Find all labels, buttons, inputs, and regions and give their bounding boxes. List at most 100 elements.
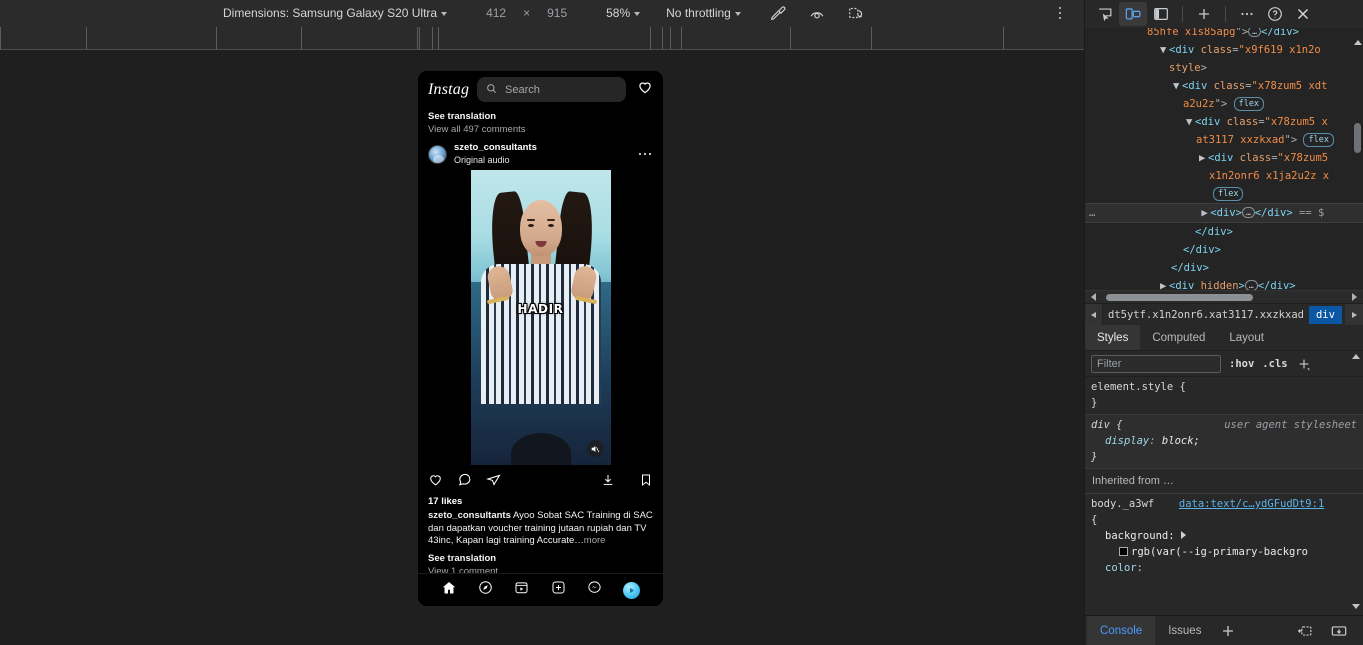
toolbar-more-options-icon[interactable]: [1052, 5, 1068, 21]
styles-scroll-down[interactable]: [1352, 604, 1360, 609]
dom-line[interactable]: a2u2z"> flex: [1085, 95, 1363, 113]
dom-line[interactable]: </div>: [1085, 223, 1363, 241]
viewport-height-input[interactable]: 915: [534, 6, 580, 20]
more-tools-icon[interactable]: [1233, 2, 1261, 26]
tab-styles[interactable]: Styles: [1085, 325, 1141, 350]
bookmark-icon[interactable]: [639, 473, 653, 492]
new-style-rule-icon[interactable]: [1296, 356, 1312, 372]
caption-more-link[interactable]: more: [584, 535, 606, 546]
profile-icon[interactable]: [623, 581, 641, 599]
dom-line[interactable]: 85hfe x1s85apg">… </div>: [1085, 28, 1363, 41]
scroll-up-arrow[interactable]: [1354, 40, 1362, 45]
styles-rules: element.style { } div {user agent styles…: [1085, 377, 1363, 615]
dom-vertical-scrollbar[interactable]: [1354, 123, 1361, 153]
see-translation-link-top[interactable]: See translation: [428, 110, 653, 123]
like-icon[interactable]: [428, 472, 443, 492]
dom-horizontal-scrollbar[interactable]: [1085, 290, 1363, 303]
rule-inherited-body[interactable]: body._a3wf data:text/c…ydGFudDt9:1 { bac…: [1085, 494, 1363, 579]
scroll-right-arrow[interactable]: [1352, 293, 1357, 301]
stylesheet-source-link[interactable]: data:text/c…ydGFudDt9:1: [1179, 498, 1324, 510]
device-toolbar-icon[interactable]: [1119, 2, 1147, 26]
heart-icon[interactable]: [637, 79, 653, 100]
dom-line[interactable]: </div>: [1085, 259, 1363, 277]
messenger-icon[interactable]: [587, 580, 602, 600]
rule-div-ua[interactable]: div {user agent stylesheet display: bloc…: [1085, 415, 1363, 469]
prop-background-name[interactable]: background:: [1105, 530, 1175, 542]
rotate-device-icon[interactable]: [847, 4, 865, 22]
dom-line[interactable]: ▼ <div class="x78zum5 x: [1085, 113, 1363, 131]
help-icon[interactable]: [1261, 2, 1289, 26]
dom-line[interactable]: x1n2onr6 x1ja2u2z x: [1085, 167, 1363, 185]
dock-drawer-icon[interactable]: [1325, 619, 1353, 643]
post-options-icon[interactable]: [638, 152, 654, 156]
dom-line[interactable]: ▶ <div class="x78zum5: [1085, 149, 1363, 167]
search-input[interactable]: Search: [477, 77, 626, 102]
scroll-thumb[interactable]: [1106, 293, 1253, 301]
prop-color-name[interactable]: color:: [1105, 562, 1143, 574]
dock-side-icon[interactable]: [1147, 2, 1175, 26]
post-media[interactable]: HADIR: [470, 170, 611, 465]
styles-scroll-up[interactable]: [1352, 354, 1360, 359]
post-username[interactable]: szeto_consultants: [454, 142, 632, 154]
scroll-left-arrow[interactable]: [1091, 293, 1096, 301]
tab-issues[interactable]: Issues: [1155, 616, 1214, 645]
styles-filter-input[interactable]: Filter: [1091, 354, 1221, 373]
expand-shorthand-icon[interactable]: [1180, 531, 1186, 539]
dimension-separator: ×: [523, 6, 531, 20]
see-translation-link[interactable]: See translation: [428, 552, 653, 565]
dom-tree[interactable]: 85hfe x1s85apg">… </div> ▼ <div class="x9f…: [1085, 28, 1363, 303]
zoom-select[interactable]: 58%: [606, 6, 641, 20]
comment-icon[interactable]: [457, 472, 472, 492]
cls-toggle[interactable]: .cls: [1262, 358, 1287, 370]
avatar[interactable]: [428, 144, 447, 164]
breadcrumb-scroll-left[interactable]: [1085, 304, 1103, 325]
viewport-width-input[interactable]: 412: [473, 6, 519, 20]
home-icon[interactable]: [441, 580, 457, 601]
sensors-icon[interactable]: [808, 4, 826, 22]
dom-line-selected[interactable]: … ▶ <div>… </div> == $: [1085, 203, 1363, 223]
create-icon[interactable]: [551, 580, 566, 600]
likes-count[interactable]: 17 likes: [418, 495, 663, 509]
prop-background-value[interactable]: rgb(var(--ig-primary-backgro: [1131, 546, 1308, 558]
dom-line[interactable]: at3117 xxzkxad"> flex: [1085, 131, 1363, 149]
post-audio-label[interactable]: Original audio: [454, 154, 632, 166]
translation-strip: See translation View all 497 comments: [418, 108, 663, 136]
dom-line[interactable]: </div>: [1085, 241, 1363, 259]
view-all-comments-link[interactable]: View all 497 comments: [428, 123, 653, 136]
tab-layout[interactable]: Layout: [1217, 325, 1276, 350]
dom-line[interactable]: ▼ <div class="x78zum5 xdt: [1085, 77, 1363, 95]
tab-console[interactable]: Console: [1087, 615, 1156, 645]
inherited-selector: body._a3wf: [1091, 498, 1155, 510]
download-icon[interactable]: [601, 473, 615, 492]
prop-value[interactable]: block;: [1162, 435, 1200, 447]
dom-line[interactable]: flex: [1085, 185, 1363, 203]
ua-stylesheet-note: user agent stylesheet: [1224, 419, 1357, 431]
rule-close: }: [1091, 397, 1098, 409]
tab-computed[interactable]: Computed: [1140, 325, 1217, 350]
post-author-block: szeto_consultants Original audio: [454, 142, 632, 166]
throttling-select[interactable]: No throttling: [666, 6, 741, 20]
add-panel-icon[interactable]: [1190, 2, 1218, 26]
explore-icon[interactable]: [478, 580, 493, 600]
rule-element-style[interactable]: element.style { }: [1085, 377, 1363, 415]
device-select[interactable]: Dimensions: Samsung Galaxy S20 Ultra: [223, 6, 448, 20]
breadcrumb-scroll-right[interactable]: [1345, 304, 1363, 325]
device-select-label: Dimensions: Samsung Galaxy S20 Ultra: [223, 6, 438, 20]
console-settings-icon[interactable]: [1291, 619, 1319, 643]
add-tool-icon[interactable]: [1214, 619, 1242, 643]
inspect-element-icon[interactable]: [1091, 2, 1119, 26]
eyedropper-icon[interactable]: [769, 4, 787, 22]
share-icon[interactable]: [486, 472, 501, 492]
prop-name[interactable]: display: [1105, 435, 1149, 447]
breadcrumb-path[interactable]: dt5ytf.x1n2onr6.xat3117.xxzkxad: [1103, 309, 1309, 321]
dom-line[interactable]: ▼ <div class="x9f619 x1n2o: [1085, 41, 1363, 59]
instagram-topbar: Instagram Search: [418, 71, 663, 108]
mute-icon[interactable]: [586, 440, 604, 457]
dom-line[interactable]: style>: [1085, 59, 1363, 77]
close-icon[interactable]: [1289, 2, 1317, 26]
caption-username[interactable]: szeto_consultants: [428, 510, 511, 521]
breadcrumb-selected[interactable]: div: [1308, 305, 1342, 324]
color-swatch[interactable]: [1119, 547, 1128, 556]
hov-toggle[interactable]: :hov: [1229, 358, 1254, 370]
reels-icon[interactable]: [514, 580, 529, 600]
